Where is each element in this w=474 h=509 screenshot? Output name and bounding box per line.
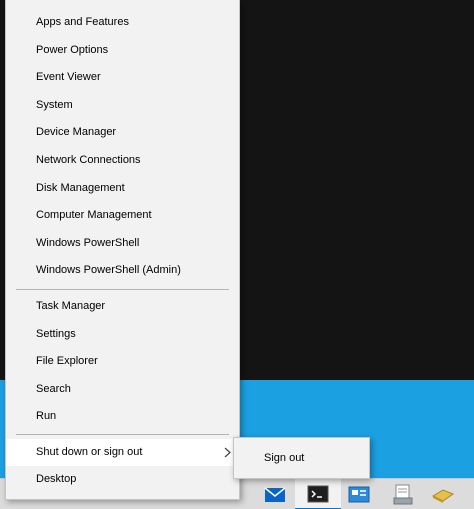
desktop-screen: Apps and Features Power Options Event Vi… bbox=[0, 0, 474, 509]
menu-separator bbox=[16, 289, 229, 290]
document-icon bbox=[393, 484, 413, 504]
taskbar-mail-button[interactable] bbox=[252, 479, 298, 509]
menu-item-disk-management[interactable]: Disk Management bbox=[6, 175, 239, 202]
menu-item-label: Windows PowerShell bbox=[36, 237, 140, 249]
menu-item-desktop[interactable]: Desktop bbox=[6, 466, 239, 493]
menu-item-label: Shut down or sign out bbox=[36, 446, 143, 458]
folder-note-icon bbox=[431, 488, 455, 503]
menu-item-search[interactable]: Search bbox=[6, 376, 239, 403]
control-panel-icon bbox=[348, 486, 370, 502]
chevron-right-icon bbox=[224, 439, 231, 466]
taskbar-control-panel-button[interactable] bbox=[336, 479, 382, 509]
menu-item-computer-management[interactable]: Computer Management bbox=[6, 202, 239, 229]
menu-item-label: Run bbox=[36, 410, 57, 422]
menu-item-windows-powershell[interactable]: Windows PowerShell bbox=[6, 230, 239, 257]
menu-separator bbox=[16, 434, 229, 435]
taskbar-terminal-button[interactable] bbox=[295, 479, 341, 509]
menu-item-shut-down-or-sign-out[interactable]: Shut down or sign out bbox=[6, 439, 239, 466]
menu-item-settings[interactable]: Settings bbox=[6, 321, 239, 348]
menu-item-label: Device Manager bbox=[36, 126, 117, 138]
menu-item-label: File Explorer bbox=[36, 355, 98, 367]
menu-item-label: Search bbox=[36, 383, 71, 395]
submenu-item-label: Sign out bbox=[264, 452, 305, 464]
menu-item-label: Network Connections bbox=[36, 154, 141, 166]
menu-item-power-options[interactable]: Power Options bbox=[6, 37, 239, 64]
menu-item-system[interactable]: System bbox=[6, 92, 239, 119]
menu-item-label: System bbox=[36, 99, 73, 111]
menu-item-label: Computer Management bbox=[36, 209, 152, 221]
menu-item-label: Desktop bbox=[36, 473, 77, 485]
menu-item-network-connections[interactable]: Network Connections bbox=[6, 147, 239, 174]
taskbar-folder-note-button[interactable] bbox=[420, 479, 466, 509]
menu-item-label: Apps and Features bbox=[36, 16, 129, 28]
menu-item-event-viewer[interactable]: Event Viewer bbox=[6, 64, 239, 91]
shut-down-submenu: Sign out bbox=[233, 437, 370, 479]
menu-item-label: Settings bbox=[36, 328, 76, 340]
menu-item-task-manager[interactable]: Task Manager bbox=[6, 293, 239, 320]
menu-item-run[interactable]: Run bbox=[6, 403, 239, 430]
mail-icon bbox=[264, 486, 286, 502]
terminal-icon bbox=[307, 485, 329, 502]
menu-item-device-manager[interactable]: Device Manager bbox=[6, 119, 239, 146]
submenu-item-sign-out[interactable]: Sign out bbox=[234, 445, 369, 471]
menu-item-windows-powershell-admin[interactable]: Windows PowerShell (Admin) bbox=[6, 257, 239, 284]
power-user-menu: Apps and Features Power Options Event Vi… bbox=[5, 0, 240, 500]
menu-item-label: Power Options bbox=[36, 44, 109, 56]
menu-item-label: Windows PowerShell (Admin) bbox=[36, 264, 181, 276]
menu-item-apps-and-features[interactable]: Apps and Features bbox=[6, 9, 239, 36]
menu-item-label: Disk Management bbox=[36, 182, 125, 194]
menu-item-file-explorer[interactable]: File Explorer bbox=[6, 348, 239, 375]
menu-item-label: Task Manager bbox=[36, 300, 106, 312]
menu-item-label: Event Viewer bbox=[36, 71, 101, 83]
